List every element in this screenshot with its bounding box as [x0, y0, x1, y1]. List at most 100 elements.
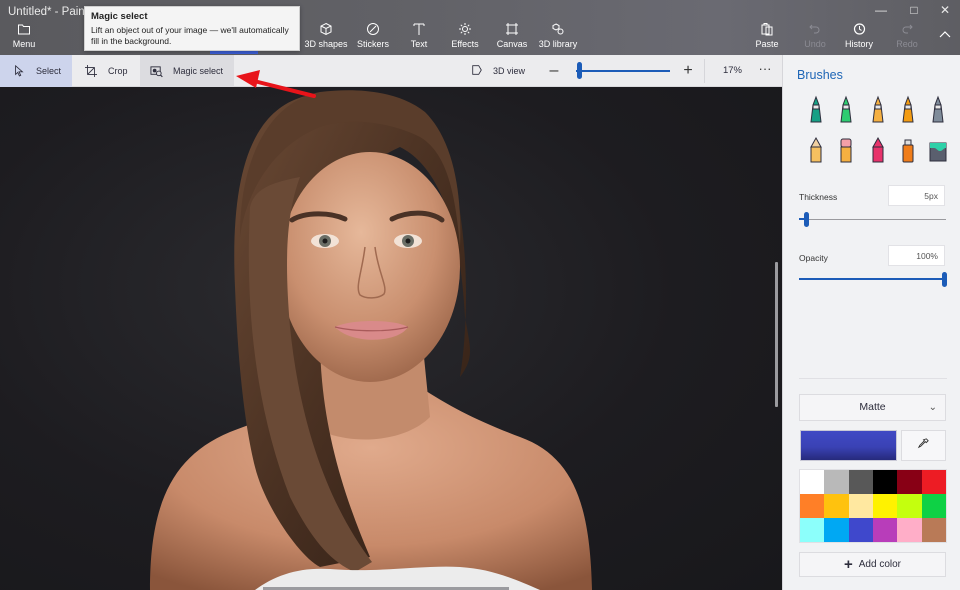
magic-select-tool-button[interactable]: Magic select: [140, 55, 234, 87]
color-swatch[interactable]: [873, 494, 898, 518]
zoom-slider-track[interactable]: [576, 70, 670, 72]
redo-button[interactable]: Redo: [894, 22, 920, 52]
magic-select-tooltip: Magic select Lift an object out of your …: [84, 6, 300, 51]
paste-label: Paste: [755, 39, 779, 49]
thickness-input[interactable]: 5px: [888, 185, 945, 206]
color-palette: [799, 469, 947, 543]
brush-calligraphy-pen[interactable]: [835, 95, 857, 125]
color-swatch[interactable]: [848, 470, 873, 494]
color-swatch[interactable]: [824, 470, 849, 494]
magic-select-label: Magic select: [173, 66, 224, 76]
color-swatch[interactable]: [897, 470, 922, 494]
paste-icon: [754, 22, 780, 38]
tab-effects[interactable]: Effects: [450, 22, 480, 52]
finish-selected: Matte: [859, 401, 886, 413]
tab-3d-library[interactable]: 3D library: [538, 22, 578, 52]
history-label: History: [844, 39, 873, 49]
zoom-percent[interactable]: 17%: [712, 65, 742, 76]
canvas-icon: [496, 22, 528, 38]
tab-text[interactable]: Text: [405, 22, 433, 52]
opacity-label: Opacity: [799, 253, 828, 263]
color-swatch[interactable]: [921, 494, 946, 518]
canvas-area[interactable]: [0, 87, 782, 590]
menu-button[interactable]: Menu: [8, 22, 40, 52]
history-button[interactable]: History: [844, 22, 874, 52]
vertical-scrollbar[interactable]: [775, 262, 778, 407]
tab-label: Canvas: [496, 39, 528, 49]
brush-eraser[interactable]: [835, 135, 857, 165]
color-swatch[interactable]: [897, 494, 922, 518]
close-button[interactable]: ✕: [930, 2, 960, 18]
maximize-button[interactable]: □: [899, 2, 929, 18]
maximize-icon: □: [910, 3, 918, 17]
redo-icon: [894, 22, 920, 38]
calligraphy-pen-icon: [840, 95, 852, 123]
zoom-in-button[interactable]: +: [679, 61, 697, 81]
undo-label: Undo: [804, 39, 826, 49]
brush-pencil[interactable]: [805, 135, 827, 165]
more-options-button[interactable]: ···: [752, 61, 778, 81]
pencil-icon: [810, 136, 822, 163]
eyedropper-button[interactable]: [901, 430, 946, 461]
thickness-slider-thumb[interactable]: [804, 212, 810, 227]
add-color-button[interactable]: + Add color: [799, 552, 946, 577]
brush-watercolor[interactable]: [897, 95, 919, 125]
tool-bar: Select Crop Magic select 3D view – + 17%…: [0, 55, 782, 87]
chevron-up-icon: [936, 28, 954, 44]
brush-fill[interactable]: [927, 135, 949, 165]
opacity-slider-fill: [799, 278, 946, 280]
pixel-pen-icon: [932, 95, 944, 123]
color-swatch[interactable]: [873, 518, 898, 542]
minimize-button[interactable]: —: [866, 2, 896, 18]
menu-label: Menu: [12, 39, 36, 49]
zoom-slider-thumb[interactable]: [576, 62, 582, 79]
sticker-icon: [355, 22, 391, 38]
undo-button[interactable]: Undo: [802, 22, 828, 52]
color-swatch[interactable]: [921, 470, 946, 494]
color-swatch[interactable]: [800, 494, 825, 518]
color-swatch[interactable]: [824, 494, 849, 518]
opacity-input[interactable]: 100%: [888, 245, 945, 266]
tab-3d-shapes[interactable]: 3D shapes: [304, 22, 348, 52]
crop-tool-button[interactable]: Crop: [72, 55, 140, 87]
tab-label: Effects: [451, 39, 479, 49]
paint3d-window: Untitled* - Paint 3D — □ ✕ Menu 3D shape…: [0, 0, 960, 590]
close-icon: ✕: [939, 3, 951, 17]
cursor-icon: [12, 64, 26, 78]
color-swatch[interactable]: [800, 470, 825, 494]
thickness-slider-track[interactable]: [799, 219, 946, 220]
color-swatch[interactable]: [921, 518, 946, 542]
zoom-out-button[interactable]: –: [545, 61, 563, 81]
current-color-swatch[interactable]: [800, 430, 897, 461]
tab-label: Stickers: [356, 39, 389, 49]
tab-stickers[interactable]: Stickers: [355, 22, 391, 52]
brush-oil-brush[interactable]: [867, 95, 889, 125]
spray-can-icon: [902, 139, 914, 163]
brush-pixel-pen[interactable]: [927, 95, 949, 125]
color-swatch[interactable]: [873, 470, 898, 494]
brush-spray-can[interactable]: [897, 135, 919, 165]
eyedropper-icon: [917, 437, 930, 455]
color-swatch[interactable]: [848, 518, 873, 542]
tab-canvas[interactable]: Canvas: [496, 22, 528, 52]
history-icon: [844, 22, 874, 38]
collapse-ribbon-button[interactable]: [936, 28, 954, 58]
opacity-slider-thumb[interactable]: [942, 272, 947, 287]
portrait-photo: [150, 90, 592, 590]
minimize-icon: —: [875, 3, 887, 17]
color-swatch[interactable]: [897, 518, 922, 542]
finish-dropdown[interactable]: Matte ⌄: [799, 394, 946, 421]
color-swatch[interactable]: [800, 518, 825, 542]
watercolor-icon: [902, 95, 914, 123]
color-swatch[interactable]: [848, 494, 873, 518]
paste-button[interactable]: Paste: [754, 22, 780, 52]
3d-view-button[interactable]: 3D view: [471, 55, 525, 87]
select-tool-button[interactable]: Select: [0, 55, 72, 87]
color-swatch[interactable]: [824, 518, 849, 542]
cube-icon: [304, 22, 348, 38]
brush-marker[interactable]: [805, 95, 827, 125]
brush-crayon[interactable]: [867, 135, 889, 165]
crayon-icon: [872, 136, 884, 163]
folder-icon: [8, 22, 40, 38]
chevron-down-icon: ⌄: [928, 402, 937, 413]
